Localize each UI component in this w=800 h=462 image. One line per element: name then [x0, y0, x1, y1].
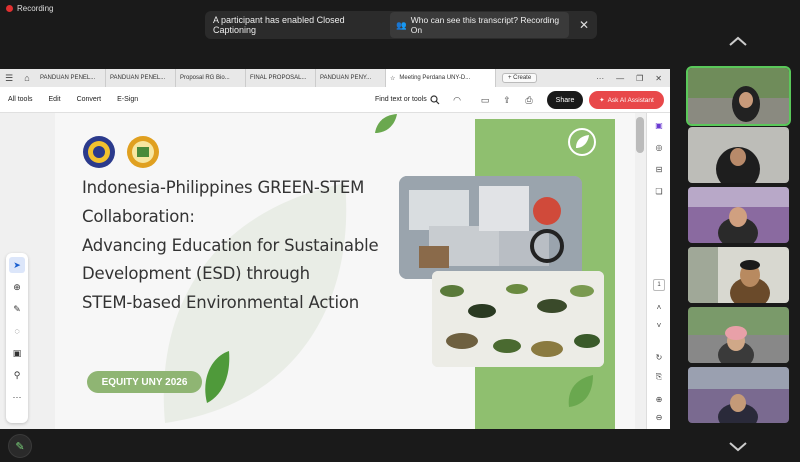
recording-dot-icon	[6, 5, 13, 12]
transcript-pill-label: Who can see this transcript? Recording O…	[410, 15, 560, 35]
rotate-icon[interactable]: ↻	[653, 351, 665, 363]
slide-title-line: Indonesia-Philippines GREEN-STEM	[82, 178, 365, 197]
ai-assistant-button[interactable]: ✦ Ask AI Assistant	[589, 91, 664, 109]
slide-title-line: Collaboration:	[82, 207, 195, 226]
participant-tile[interactable]	[688, 307, 789, 363]
pages-icon[interactable]: ❏	[653, 185, 665, 197]
slide-title-line: Development (ESD) through	[82, 264, 310, 283]
zoom-out-icon[interactable]: ⊖	[653, 411, 665, 423]
tab-label: PANDUAN PENEL...	[110, 75, 166, 81]
cc-banner: A participant has enabled Closed Caption…	[205, 11, 597, 39]
window-controls: ··· — ❐ ✕	[596, 74, 670, 83]
chevron-down-icon[interactable]	[728, 440, 748, 454]
annotate-pen-icon[interactable]: ✎	[8, 434, 32, 458]
share-button[interactable]: Share	[547, 91, 583, 109]
chevron-down-icon[interactable]: ˅	[653, 319, 665, 331]
ai-panel-icon[interactable]: ▣	[653, 119, 665, 131]
tab-label: Proposal RG Bio...	[180, 75, 230, 81]
chevron-up-icon[interactable]: ˄	[653, 301, 665, 313]
tab-label: Meeting Perdana UNY-D...	[399, 75, 471, 81]
minimize-icon[interactable]: —	[616, 74, 624, 83]
pen-icon[interactable]: ✎	[9, 301, 25, 317]
zoom-in-icon[interactable]: ⊕	[653, 393, 665, 405]
cursor-icon[interactable]: ➤	[9, 257, 25, 273]
close-icon[interactable]: ✕	[579, 18, 589, 32]
tab-label: FINAL PROPOSAL...	[250, 75, 307, 81]
tab-label: PANDUAN PENEL...	[40, 75, 96, 81]
uny-logo	[83, 136, 115, 168]
comment-icon[interactable]: ◎	[653, 141, 665, 153]
recording-indicator: Recording	[6, 4, 53, 13]
headphones-icon[interactable]: ◠	[451, 94, 463, 106]
slide: Indonesia-Philippines GREEN-STEM Collabo…	[55, 113, 635, 429]
tab-item[interactable]: PANDUAN PENY...	[316, 69, 386, 87]
save-icon[interactable]: ▭	[479, 94, 491, 106]
all-tools-button[interactable]: All tools	[0, 96, 41, 103]
bookmark-icon[interactable]: ⊟	[653, 163, 665, 175]
upload-icon[interactable]: ⇪	[501, 94, 513, 106]
tab-item[interactable]: Proposal RG Bio...	[176, 69, 246, 87]
create-tab-button[interactable]: + Create	[502, 73, 538, 83]
meeting-window: Recording A participant has enabled Clos…	[0, 0, 800, 462]
document-canvas: Indonesia-Philippines GREEN-STEM Collabo…	[0, 113, 670, 429]
tab-item[interactable]: PANDUAN PENEL...	[106, 69, 176, 87]
ai-assistant-label: Ask AI Assistant	[607, 96, 654, 104]
find-input[interactable]: Find text or tools	[375, 96, 427, 103]
search-icon[interactable]	[429, 94, 441, 106]
page-number[interactable]: 1	[653, 279, 665, 291]
lasso-icon[interactable]: ◌	[9, 323, 25, 339]
menu-icon[interactable]: ☰	[0, 69, 18, 87]
text-box-icon[interactable]: ▣	[9, 345, 25, 361]
stamp-icon[interactable]: ⚲	[9, 367, 25, 383]
more-tools-icon[interactable]: ···	[9, 389, 25, 405]
chevron-up-icon[interactable]	[728, 34, 748, 48]
transcript-info-button[interactable]: 👥 Who can see this transcript? Recording…	[390, 12, 569, 38]
home-icon[interactable]: ⌂	[18, 69, 36, 87]
recording-label: Recording	[17, 4, 54, 13]
tab-item[interactable]: PANDUAN PENEL...	[36, 69, 106, 87]
zoom-icon[interactable]: ⊕	[9, 279, 25, 295]
print-icon[interactable]: ⎙	[523, 94, 535, 106]
people-icon: 👥	[396, 19, 407, 30]
slide-title-line: STEM-based Environmental Action	[82, 293, 359, 312]
materials-photo	[399, 176, 582, 279]
slide-title-line: Advancing Education for Sustainable	[82, 236, 379, 255]
scrollbar-thumb[interactable]	[636, 117, 644, 153]
cc-notice-text: A participant has enabled Closed Caption…	[213, 15, 345, 35]
participant-tile[interactable]	[688, 247, 789, 303]
sparkle-icon: ✦	[599, 97, 605, 104]
tab-label: PANDUAN PENY...	[320, 75, 372, 81]
leaves-photo	[432, 271, 604, 367]
participant-tile[interactable]	[688, 127, 789, 183]
leaf-icon	[205, 351, 230, 403]
tab-item-active[interactable]: ☆ Meeting Perdana UNY-D...	[386, 69, 496, 87]
leaf-icon	[568, 375, 593, 407]
tab-item[interactable]: FINAL PROPOSAL...	[246, 69, 316, 87]
convert-button[interactable]: Convert	[69, 96, 110, 103]
left-toolbar: ➤ ⊕ ✎ ◌ ▣ ⚲ ···	[6, 253, 28, 423]
partner-logo	[127, 136, 159, 168]
participant-tile[interactable]	[688, 367, 789, 423]
leaf-circle-icon	[568, 128, 596, 156]
right-rail: ▣ ◎ ⊟ ❏ 1 ˄ ˅ ↻ ⎘ ⊕ ⊖	[646, 113, 670, 429]
participant-tile[interactable]	[686, 66, 791, 126]
equity-badge: EQUITY UNY 2026	[87, 371, 202, 393]
fit-page-icon[interactable]: ⎘	[653, 371, 665, 383]
star-icon[interactable]: ☆	[390, 75, 395, 82]
leaf-icon	[375, 114, 397, 133]
more-icon[interactable]: ···	[596, 74, 604, 83]
close-window-icon[interactable]: ✕	[655, 74, 662, 83]
pdf-viewer: ☰ ⌂ PANDUAN PENEL... PANDUAN PENEL... Pr…	[0, 69, 670, 429]
tab-bar: ☰ ⌂ PANDUAN PENEL... PANDUAN PENEL... Pr…	[0, 69, 670, 87]
toolbar: All tools Edit Convert E-Sign Find text …	[0, 87, 670, 113]
participant-tile[interactable]	[688, 187, 789, 243]
edit-button[interactable]: Edit	[41, 96, 69, 103]
esign-button[interactable]: E-Sign	[109, 96, 146, 103]
restore-icon[interactable]: ❐	[636, 74, 643, 83]
